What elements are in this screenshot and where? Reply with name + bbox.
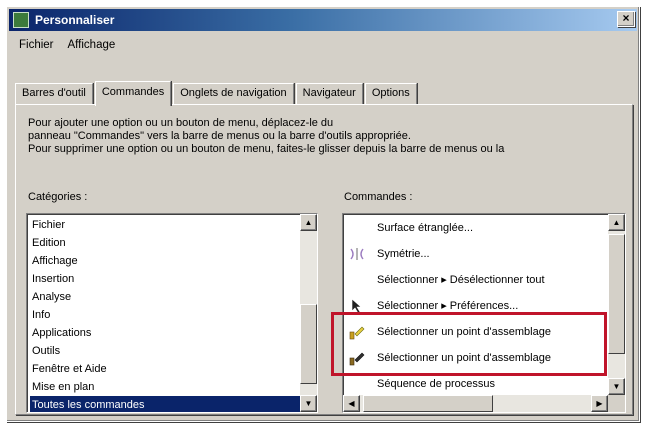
symmetry-icon [350, 248, 364, 260]
category-item[interactable]: Fichier [30, 216, 302, 234]
category-item[interactable]: Info [30, 306, 302, 324]
scroll-up-icon[interactable]: ▲ [608, 214, 625, 231]
app-icon [13, 12, 29, 28]
instructions-line-3: Pour supprimer une option ou un bouton d… [28, 143, 505, 155]
menu-fichier[interactable]: Fichier [19, 39, 54, 51]
assembly-point-icon [349, 352, 365, 366]
scroll-right-icon[interactable]: ▶ [591, 395, 608, 412]
command-label: Surface étranglée... [377, 222, 474, 234]
command-item[interactable]: Sélectionner ▸ Désélectionner tout [345, 268, 607, 292]
command-label: Sélectionner ▸ Désélectionner tout [377, 274, 545, 286]
command-item[interactable]: Sélectionner un point d'assemblage [345, 320, 607, 344]
category-item[interactable]: Affichage [30, 252, 302, 270]
tab-strip: Barres d'outil Commandes Onglets de navi… [15, 81, 419, 106]
tab-barres-outil[interactable]: Barres d'outil [15, 83, 93, 105]
scroll-left-icon[interactable]: ◀ [343, 395, 360, 412]
window-title: Personnaliser [35, 13, 115, 27]
scroll-down-icon[interactable]: ▼ [300, 395, 317, 412]
scroll-corner [608, 395, 625, 412]
scroll-thumb[interactable] [300, 304, 317, 384]
categories-scrollbar[interactable]: ▲ ▼ [300, 214, 317, 412]
customize-dialog: Personnaliser × Fichier Affichage Barres… [6, 6, 640, 422]
commands-list[interactable]: Surface étranglée... Symétrie... Sélecti… [342, 213, 626, 413]
tab-navigateur[interactable]: Navigateur [295, 83, 363, 105]
command-item[interactable]: Symétrie... [345, 242, 607, 266]
scroll-down-icon[interactable]: ▼ [608, 378, 625, 395]
tab-options[interactable]: Options [364, 83, 417, 105]
commands-label: Commandes : [344, 191, 413, 203]
command-item[interactable]: Sélectionner un point d'assemblage [345, 346, 607, 370]
category-item[interactable]: Mise en plan [30, 378, 302, 396]
category-item[interactable]: Fenêtre et Aide [30, 360, 302, 378]
title-bar[interactable]: Personnaliser × [9, 9, 637, 31]
menu-affichage[interactable]: Affichage [68, 39, 116, 51]
scroll-thumb[interactable] [363, 395, 493, 412]
cursor-icon [351, 298, 362, 314]
category-item[interactable]: Applications [30, 324, 302, 342]
command-label: Symétrie... [377, 248, 430, 260]
category-item-selected[interactable]: Toutes les commandes [30, 396, 302, 412]
commands-vscrollbar[interactable]: ▲ ▼ [608, 214, 625, 395]
category-item[interactable]: Outils [30, 342, 302, 360]
commands-hscrollbar[interactable]: ◀ ▶ [343, 395, 608, 412]
command-item[interactable]: Séquence de processus [345, 372, 607, 396]
scroll-thumb[interactable] [608, 234, 625, 354]
command-label: Sélectionner un point d'assemblage [377, 352, 551, 364]
tab-commandes[interactable]: Commandes [94, 81, 172, 106]
menu-bar: Fichier Affichage [11, 35, 635, 55]
command-label: Sélectionner ▸ Préférences... [377, 300, 519, 312]
command-label: Sélectionner un point d'assemblage [377, 326, 551, 338]
close-button[interactable]: × [617, 11, 635, 27]
assembly-point-icon [349, 326, 365, 340]
instructions-line-2: panneau "Commandes" vers la barre de men… [28, 130, 411, 142]
command-item[interactable]: Surface étranglée... [345, 216, 607, 240]
instructions-text: Pour ajouter une option ou un bouton de … [28, 117, 624, 156]
categories-label: Catégories : [28, 191, 88, 203]
command-label: Séquence de processus [377, 378, 496, 390]
instructions-line-1: Pour ajouter une option ou un bouton de … [28, 117, 334, 129]
tab-onglets-navigation[interactable]: Onglets de navigation [173, 83, 294, 105]
category-item[interactable]: Insertion [30, 270, 302, 288]
scroll-up-icon[interactable]: ▲ [300, 214, 317, 231]
categories-list[interactable]: Fichier Edition Affichage Insertion Anal… [26, 213, 318, 413]
command-item[interactable]: Sélectionner ▸ Préférences... [345, 294, 607, 318]
commands-tab-panel: Pour ajouter une option ou un bouton de … [15, 104, 633, 415]
category-item[interactable]: Edition [30, 234, 302, 252]
category-item[interactable]: Analyse [30, 288, 302, 306]
